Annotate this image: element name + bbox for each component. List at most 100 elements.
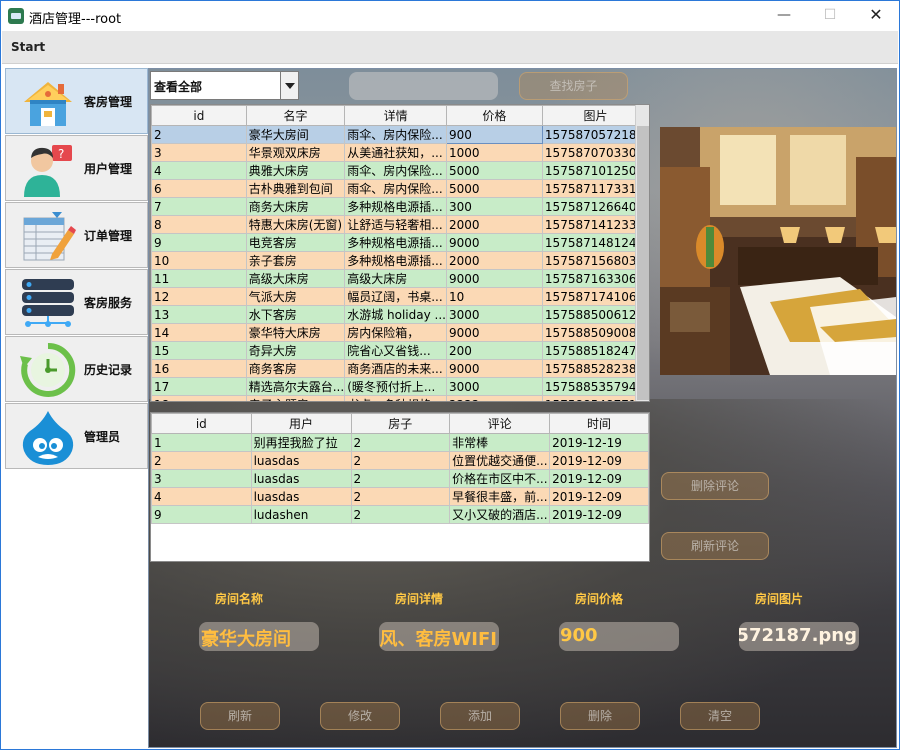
table-cell[interactable]: 157588535794... [541, 377, 649, 396]
table-cell[interactable]: 6 [151, 179, 247, 198]
table-cell[interactable]: 房内保险箱， [344, 323, 447, 342]
table-cell[interactable]: 2000 [445, 215, 543, 234]
table-cell[interactable]: 157588509008... [541, 323, 649, 342]
table-row[interactable]: 9 ludashen 2 又小又破的酒店... 2019-12-09 [151, 505, 649, 524]
table-cell[interactable]: 价格在市区中不... [449, 469, 551, 488]
table-cell[interactable]: 2 [151, 125, 247, 144]
table-cell[interactable]: ludashen [250, 505, 352, 524]
search-room-button[interactable]: 查找房子 [519, 72, 628, 100]
room-price-field[interactable]: 900 [559, 622, 679, 651]
refresh-button[interactable]: 刷新 [200, 702, 280, 730]
table-cell[interactable]: 5000 [445, 179, 543, 198]
refresh-comments-button[interactable]: 刷新评论 [661, 532, 769, 560]
table-cell[interactable]: 11 [151, 269, 247, 288]
table-cell[interactable]: 2 [350, 505, 451, 524]
table-cell[interactable]: 让舒适与轻奢相... [344, 215, 447, 234]
table-cell[interactable]: 商务酒店的未来... [344, 359, 447, 378]
add-button[interactable]: 添加 [440, 702, 520, 730]
table-cell[interactable]: 2019-12-09 [549, 505, 649, 524]
table-cell[interactable]: luasdas [250, 487, 352, 506]
table-row[interactable]: 1 别再捏我脸了拉 2 非常棒 2019-12-19 [151, 433, 649, 452]
view-filter-select[interactable]: 查看全部 [150, 71, 299, 100]
search-input[interactable] [349, 72, 498, 100]
table-cell[interactable]: 2 [350, 433, 451, 452]
table-cell[interactable]: 高级大床房 [245, 269, 346, 288]
table-cell[interactable]: 18 [151, 395, 247, 401]
column-header-room[interactable]: 房子 [350, 413, 451, 434]
table-cell[interactable]: 157587070330... [541, 143, 649, 162]
table-cell[interactable]: 商务大床房 [245, 197, 346, 216]
table-cell[interactable]: 水下客房 [245, 305, 346, 324]
table-cell[interactable]: 3 [151, 143, 247, 162]
sidebar-item-order-management[interactable]: 订单管理 [5, 202, 148, 268]
table-row[interactable]: 18亲子主题房书桌、多种规格...2222157588548771... [151, 395, 649, 401]
table-cell[interactable]: 9000 [445, 233, 543, 252]
table-cell[interactable]: 2019-12-09 [549, 469, 649, 488]
table-cell[interactable]: 1 [151, 433, 252, 452]
sidebar-item-room-service[interactable]: 客房服务 [5, 269, 148, 335]
table-cell[interactable]: 9000 [445, 359, 543, 378]
table-cell[interactable]: 3 [151, 469, 252, 488]
table-cell[interactable]: 15 [151, 341, 247, 360]
table-cell[interactable]: 9000 [445, 323, 543, 342]
table-cell[interactable]: 157588548771... [541, 395, 649, 401]
modify-button[interactable]: 修改 [320, 702, 400, 730]
table-cell[interactable]: 8 [151, 215, 247, 234]
close-button[interactable]: ✕ [853, 1, 899, 31]
table-cell[interactable]: 157587126640... [541, 197, 649, 216]
table-cell[interactable]: 雨伞、房内保险... [344, 179, 447, 198]
table-cell[interactable]: 多种规格电源插... [344, 197, 447, 216]
table-cell[interactable]: 奇异大房 [245, 341, 346, 360]
table-cell[interactable]: 豪华特大床房 [245, 323, 346, 342]
table-cell[interactable]: 亲子主题房 [245, 395, 346, 401]
table-cell[interactable]: 157587163306... [541, 269, 649, 288]
table-cell[interactable]: 幅员辽阔，书桌... [344, 287, 447, 306]
table-cell[interactable]: 2 [350, 487, 451, 506]
table-cell[interactable]: 豪华大房间 [245, 125, 346, 144]
clear-button[interactable]: 清空 [680, 702, 760, 730]
table-row[interactable]: 11 高级大床房 高级大床房 9000 157587163306... [151, 269, 649, 288]
table-cell[interactable]: 古朴典雅到包间 [245, 179, 346, 198]
menu-start[interactable]: Start [11, 40, 45, 54]
table-cell[interactable]: 2 [350, 451, 451, 470]
table-cell[interactable]: 2 [350, 469, 451, 488]
minimize-button[interactable]: — [761, 1, 807, 31]
table-cell[interactable]: 13 [151, 305, 247, 324]
column-header-id[interactable]: id [151, 413, 252, 434]
table-cell[interactable]: 7 [151, 197, 247, 216]
chevron-down-icon[interactable] [280, 72, 298, 99]
column-header-detail[interactable]: 详情 [344, 105, 447, 126]
table-row[interactable]: 8 特惠大床房(无窗) 让舒适与轻奢相... 2000 157587141233... [151, 215, 649, 234]
table-cell[interactable]: 300 [445, 197, 543, 216]
table-cell[interactable]: 4 [151, 161, 247, 180]
table-row[interactable]: 4 luasdas 2 早餐很丰盛，前... 2019-12-09 [151, 487, 649, 506]
table-cell[interactable]: 5000 [445, 161, 543, 180]
table-row[interactable]: 2 豪华大房间 雨伞、房内保险... 900 157587057218... [151, 125, 649, 144]
table-cell[interactable]: 2019-12-19 [549, 433, 649, 452]
table-cell[interactable]: 10 [445, 287, 543, 306]
table-cell[interactable]: 多种规格电源插... [344, 251, 447, 270]
table-cell[interactable]: 别再捏我脸了拉 [250, 433, 352, 452]
table-cell[interactable]: 14 [151, 323, 247, 342]
table-cell[interactable]: 院省心又省钱... [344, 341, 447, 360]
table-row[interactable]: 6 古朴典雅到包间 雨伞、房内保险... 5000 157587117331... [151, 179, 649, 198]
column-header-id[interactable]: id [151, 105, 247, 126]
table-row[interactable]: 3 华景观双床房 从美通社获知，... 1000 157587070330... [151, 143, 649, 162]
table-cell[interactable]: 水游城 holiday ... [344, 305, 447, 324]
table-cell[interactable]: 华景观双床房 [245, 143, 346, 162]
table-row[interactable]: 17 精选高尔夫露台... (暖冬预付折上... 3000 157588535794..… [151, 377, 649, 396]
table-cell[interactable]: 位置优越交通便... [449, 451, 551, 470]
sidebar-item-admin[interactable]: 管理员 [5, 403, 148, 469]
maximize-button[interactable]: ☐ [807, 1, 853, 31]
table-cell[interactable]: luasdas [250, 469, 352, 488]
table-cell[interactable]: 雨伞、房内保险... [344, 161, 447, 180]
table-cell[interactable]: 157587101250... [541, 161, 649, 180]
table-row[interactable]: 15 奇异大房 院省心又省钱... 200 157588518247... [151, 341, 649, 360]
table-cell[interactable]: 早餐很丰盛，前... [449, 487, 551, 506]
scrollbar-thumb[interactable] [637, 126, 649, 400]
table-row[interactable]: 13 水下客房 水游城 holiday ... 3000 157588500612... [151, 305, 649, 324]
table-row[interactable]: 7 商务大床房 多种规格电源插... 300 157587126640... [151, 197, 649, 216]
column-header-name[interactable]: 名字 [245, 105, 346, 126]
table-cell[interactable]: 157587141233... [541, 215, 649, 234]
table-cell[interactable]: 高级大床房 [344, 269, 447, 288]
